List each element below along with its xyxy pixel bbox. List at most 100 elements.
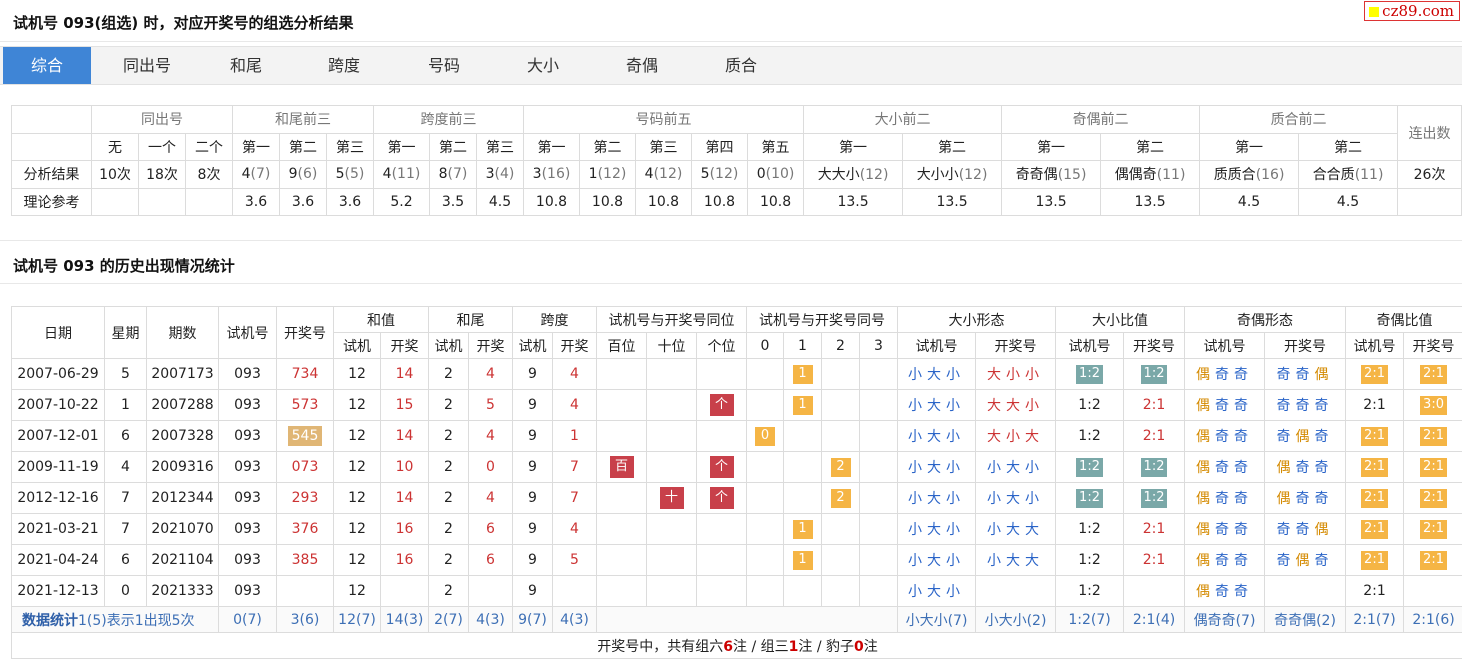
oe-char: 奇	[1315, 491, 1334, 507]
same-number-n1-cell	[784, 421, 822, 452]
oddeven-pattern-draw: 奇奇奇	[1265, 390, 1346, 421]
test-number-cell: 093	[219, 576, 277, 607]
table-row: 2012-12-167201234409329312142497十个2小大小小大…	[12, 483, 1462, 514]
tail-test-cell: 2	[429, 576, 469, 607]
same-number-n0-cell: 0	[747, 421, 784, 452]
size-ratio-draw: 1:2	[1124, 452, 1185, 483]
oddeven-ratio-test: 2:1	[1346, 483, 1404, 514]
table-row: 2009-11-194200931609307312102097百个2小大小小大…	[12, 452, 1462, 483]
analysis-cell: 4(12)	[636, 161, 692, 189]
value: 10次	[99, 167, 131, 183]
column-header: 开奖号	[277, 307, 334, 359]
tab-3[interactable]: 跨度	[300, 47, 388, 84]
page-title: 试机号 093(组选) 时，对应开奖号的组选分析结果	[13, 12, 353, 33]
size-pattern-test: 小大小	[898, 483, 976, 514]
ratio-badge: 1:2	[1141, 458, 1168, 477]
sum-draw-cell: 14	[381, 421, 429, 452]
oe-char: 奇	[1296, 398, 1315, 414]
oddeven-ratio-draw	[1404, 576, 1462, 607]
value: 0	[757, 166, 766, 182]
oe-char: 偶	[1196, 584, 1215, 600]
value: 9	[289, 166, 298, 182]
stats-cell: 9(7)	[513, 607, 553, 633]
stats-cell: 小大小(7)	[898, 607, 976, 633]
reference-cell: 4.5	[1200, 188, 1299, 216]
tab-5[interactable]: 大小	[499, 47, 587, 84]
sum-draw-cell: 14	[381, 483, 429, 514]
table-row: 2007-06-2952007173093734121424941小大小大小小1…	[12, 359, 1462, 390]
column-header: 大小比值	[1056, 307, 1185, 333]
tab-1[interactable]: 同出号	[103, 47, 191, 84]
t1-sub-row: 无一个二个第一第二第三第一第二第三第一第二第三第四第五第一第二第一第二第一第二	[12, 133, 1462, 161]
reference-cell	[186, 188, 233, 216]
row-label: 理论参考	[12, 188, 92, 216]
reference-cell	[1398, 188, 1462, 216]
stats-cell: 2:1(4)	[1124, 607, 1185, 633]
span-draw-cell: 4	[553, 514, 597, 545]
oddeven-ratio-draw: 2:1	[1404, 359, 1462, 390]
oe-char: 偶	[1196, 553, 1215, 569]
sum-test-cell: 12	[334, 483, 381, 514]
reference-cell: 4.5	[477, 188, 524, 216]
stats-note: 1(5)表示1出现5次	[78, 613, 195, 629]
tail-test-cell: 2	[429, 452, 469, 483]
oddeven-ratio-test: 2:1	[1346, 514, 1404, 545]
sum-test-cell: 12	[334, 576, 381, 607]
site-logo[interactable]: cz89.com	[1364, 1, 1460, 21]
reference-cell: 3.6	[327, 188, 374, 216]
span-draw-cell: 7	[553, 452, 597, 483]
sub-header: 十位	[647, 333, 697, 359]
oddeven-pattern-test: 偶奇奇	[1185, 359, 1265, 390]
reference-cell: 13.5	[1101, 188, 1200, 216]
position-ge-cell: 个	[697, 390, 747, 421]
column-header: 日期	[12, 307, 105, 359]
oe-char: 奇奇	[1215, 460, 1253, 476]
tab-6[interactable]: 奇偶	[598, 47, 686, 84]
sub-header: 开奖号	[1124, 333, 1185, 359]
analysis-cell: 3(16)	[524, 161, 580, 189]
oddeven-pattern-draw: 奇奇偶	[1265, 359, 1346, 390]
position-ge-cell: 个	[697, 452, 747, 483]
column-header: 试机号	[219, 307, 277, 359]
count: (7)	[448, 166, 468, 182]
span-draw-cell: 4	[553, 359, 597, 390]
size-pattern-draw: 大大小	[976, 390, 1056, 421]
tab-4[interactable]: 号码	[400, 47, 488, 84]
reference-cell: 10.8	[580, 188, 636, 216]
sub-header: 一个	[139, 133, 186, 161]
analysis-cell: 1(12)	[580, 161, 636, 189]
count: (12)	[710, 166, 739, 182]
tab-0[interactable]: 综合	[3, 47, 91, 84]
sub-header: 2	[822, 333, 860, 359]
size-pattern-test: 小大小	[898, 452, 976, 483]
tail-draw-cell	[469, 576, 513, 607]
oddeven-pattern-test: 偶奇奇	[1185, 390, 1265, 421]
span-test-cell: 9	[513, 576, 553, 607]
oe-char: 奇奇	[1215, 584, 1253, 600]
size-ratio-test: 1:2	[1056, 390, 1124, 421]
issue-cell: 2007288	[147, 390, 219, 421]
same-number-badge: 2	[831, 489, 851, 508]
size-ratio-test: 1:2	[1056, 514, 1124, 545]
stats-cell: 2(7)	[429, 607, 469, 633]
oe-char: 偶	[1277, 491, 1296, 507]
stats-cell: 3(6)	[277, 607, 334, 633]
tab-2[interactable]: 和尾	[202, 47, 290, 84]
weekday-cell: 5	[105, 359, 147, 390]
analysis-row: 分析结果10次18次8次4(7)9(6)5(5)4(11)8(7)3(4)3(1…	[12, 161, 1462, 189]
oe-char: 偶	[1196, 429, 1215, 445]
oe-char: 偶	[1196, 491, 1215, 507]
size-ratio-draw: 2:1	[1124, 514, 1185, 545]
table-row: 2007-12-0162007328093545121424910小大小大小大1…	[12, 421, 1462, 452]
oe-char: 奇	[1315, 429, 1334, 445]
value: 大大小	[818, 167, 860, 183]
tab-7[interactable]: 质合	[697, 47, 785, 84]
oe-char: 偶	[1315, 367, 1334, 383]
sub-header: 试机号	[898, 333, 976, 359]
count: (16)	[1256, 167, 1285, 183]
count: (4)	[495, 166, 515, 182]
position-bai-cell	[597, 514, 647, 545]
draw-number-cell: 073	[277, 452, 334, 483]
same-number-n0-cell	[747, 514, 784, 545]
span-draw-cell: 4	[553, 390, 597, 421]
